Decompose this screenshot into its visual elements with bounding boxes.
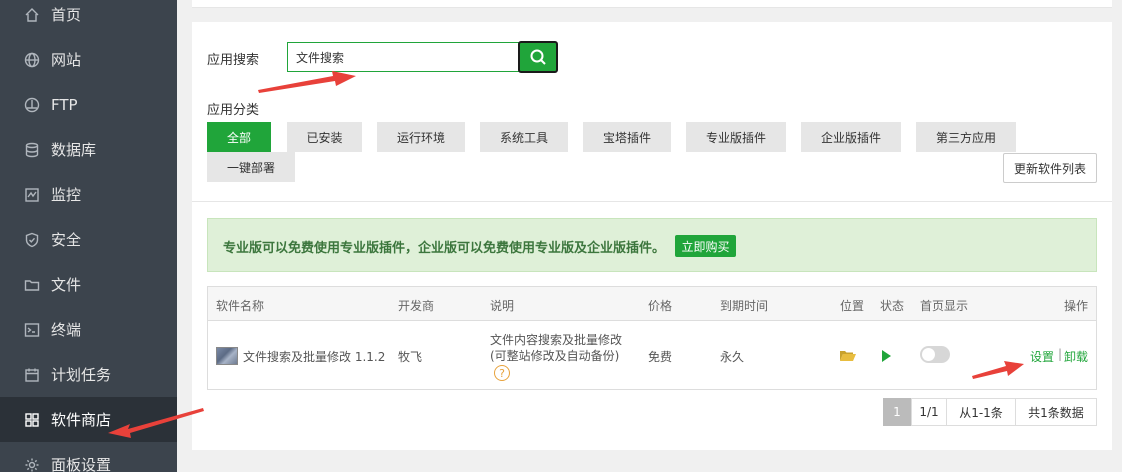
category-all[interactable]: 全部 xyxy=(207,122,271,152)
sidebar-item-home[interactable]: 首页 xyxy=(0,0,177,37)
sidebar-item-label: 网站 xyxy=(51,51,82,69)
terminal-icon xyxy=(24,322,40,338)
sidebar-item-cron[interactable]: 计划任务 xyxy=(0,352,177,397)
plugin-developer: 牧飞 xyxy=(398,350,423,364)
category-system-tools[interactable]: 系统工具 xyxy=(480,122,568,152)
globe-icon xyxy=(24,52,40,68)
category-third-party[interactable]: 第三方应用 xyxy=(916,122,1016,152)
pagination-range: 从1-1条 xyxy=(946,398,1016,426)
sidebar-item-label: 面板设置 xyxy=(51,456,112,472)
shield-icon xyxy=(24,232,40,248)
help-icon[interactable]: ? xyxy=(494,365,510,381)
software-table: 软件名称 开发商 说明 价格 到期时间 位置 状态 首页显示 操作 文件搜索及批… xyxy=(207,286,1097,390)
col-homepage: 首页显示 xyxy=(920,299,969,313)
divider xyxy=(192,201,1112,202)
sidebar-item-panel-settings[interactable]: 面板设置 xyxy=(0,442,177,472)
col-location: 位置 xyxy=(840,299,865,313)
search-label: 应用搜索 xyxy=(207,53,260,68)
sidebar-item-security[interactable]: 安全 xyxy=(0,217,177,262)
grid-icon xyxy=(24,412,40,428)
notice-text: 专业版可以免费使用专业版插件，企业版可以免费使用专业版及企业版插件。 xyxy=(223,241,666,256)
pagination-total: 共1条数据 xyxy=(1015,398,1097,426)
pagination-pages: 1/1 xyxy=(911,398,947,426)
category-one-click-deploy[interactable]: 一键部署 xyxy=(207,152,295,182)
table-row: 文件搜索及批量修改 1.1.2 牧飞 文件内容搜索及批量修改 (可整站修改及自动… xyxy=(208,322,1096,389)
sidebar-item-label: 首页 xyxy=(51,6,82,24)
ftp-icon xyxy=(24,97,40,113)
col-status: 状态 xyxy=(880,299,905,313)
pagination-current[interactable]: 1 xyxy=(883,398,911,426)
plugin-name: 文件搜索及批量修改 1.1.2 xyxy=(243,350,386,364)
sidebar-item-label: FTP xyxy=(51,95,78,114)
sidebar: 首页 网站 FTP 数据库 监控 安全 文件 终端 计划任务 软件商店 面板设置 xyxy=(0,0,177,472)
category-runtime[interactable]: 运行环境 xyxy=(377,122,465,152)
sidebar-item-terminal[interactable]: 终端 xyxy=(0,307,177,352)
folder-icon xyxy=(24,277,40,293)
plugin-thumbnail xyxy=(216,347,238,365)
homepage-display-toggle[interactable] xyxy=(920,346,950,363)
play-icon[interactable] xyxy=(882,350,891,362)
toggle-knob xyxy=(922,348,935,361)
plugin-desc-line1: 文件内容搜索及批量修改 xyxy=(490,333,623,347)
app-store-panel: 应用搜索 应用分类 全部 已安装 运行环境 系统工具 宝塔插件 专业版插件 企业… xyxy=(192,22,1112,450)
category-label: 应用分类 xyxy=(207,103,260,118)
home-icon xyxy=(24,7,40,23)
sidebar-item-website[interactable]: 网站 xyxy=(0,37,177,82)
gear-icon xyxy=(24,457,40,472)
sidebar-item-label: 文件 xyxy=(51,276,82,294)
sidebar-item-database[interactable]: 数据库 xyxy=(0,127,177,172)
category-enterprise-plugins[interactable]: 企业版插件 xyxy=(801,122,901,152)
sidebar-item-files[interactable]: 文件 xyxy=(0,262,177,307)
settings-link[interactable]: 设置 xyxy=(1030,348,1054,365)
database-icon xyxy=(24,142,40,158)
calendar-icon xyxy=(24,367,40,383)
sidebar-item-label: 安全 xyxy=(51,231,82,249)
col-name: 软件名称 xyxy=(216,299,265,313)
sidebar-item-app-store[interactable]: 软件商店 xyxy=(0,397,177,442)
table-header: 软件名称 开发商 说明 价格 到期时间 位置 状态 首页显示 操作 xyxy=(208,287,1096,321)
uninstall-link[interactable]: 卸载 xyxy=(1064,348,1088,365)
sidebar-item-label: 监控 xyxy=(51,186,82,204)
category-bt-plugins[interactable]: 宝塔插件 xyxy=(583,122,671,152)
refresh-software-list-button[interactable]: 更新软件列表 xyxy=(1003,153,1097,183)
search-icon xyxy=(530,49,546,65)
monitor-icon xyxy=(24,187,40,203)
sidebar-item-label: 软件商店 xyxy=(51,411,112,429)
search-button[interactable] xyxy=(518,41,558,73)
folder-open-icon[interactable] xyxy=(840,350,856,362)
search-input[interactable] xyxy=(287,42,519,72)
plugin-desc-line2: (可整站修改及自动备份) xyxy=(490,349,620,363)
col-operations: 操作 xyxy=(1064,299,1089,313)
sidebar-item-label: 数据库 xyxy=(51,141,97,159)
buy-now-button[interactable]: 立即购买 xyxy=(675,235,736,257)
col-price: 价格 xyxy=(648,299,673,313)
col-expiry: 到期时间 xyxy=(720,299,769,313)
sidebar-item-label: 终端 xyxy=(51,321,82,339)
plugin-price: 免费 xyxy=(648,350,673,364)
plugin-expiry: 永久 xyxy=(720,350,745,364)
sidebar-item-monitor[interactable]: 监控 xyxy=(0,172,177,217)
col-developer: 开发商 xyxy=(398,299,435,313)
pro-notice-banner: 专业版可以免费使用专业版插件，企业版可以免费使用专业版及企业版插件。 立即购买 xyxy=(207,218,1097,272)
sidebar-item-label: 计划任务 xyxy=(51,366,112,384)
sidebar-item-ftp[interactable]: FTP xyxy=(0,82,177,127)
operation-separator: | xyxy=(1058,347,1063,361)
category-installed[interactable]: 已安装 xyxy=(287,122,362,152)
col-description: 说明 xyxy=(490,299,515,313)
category-pro-plugins[interactable]: 专业版插件 xyxy=(686,122,786,152)
top-panel-strip xyxy=(192,0,1112,8)
